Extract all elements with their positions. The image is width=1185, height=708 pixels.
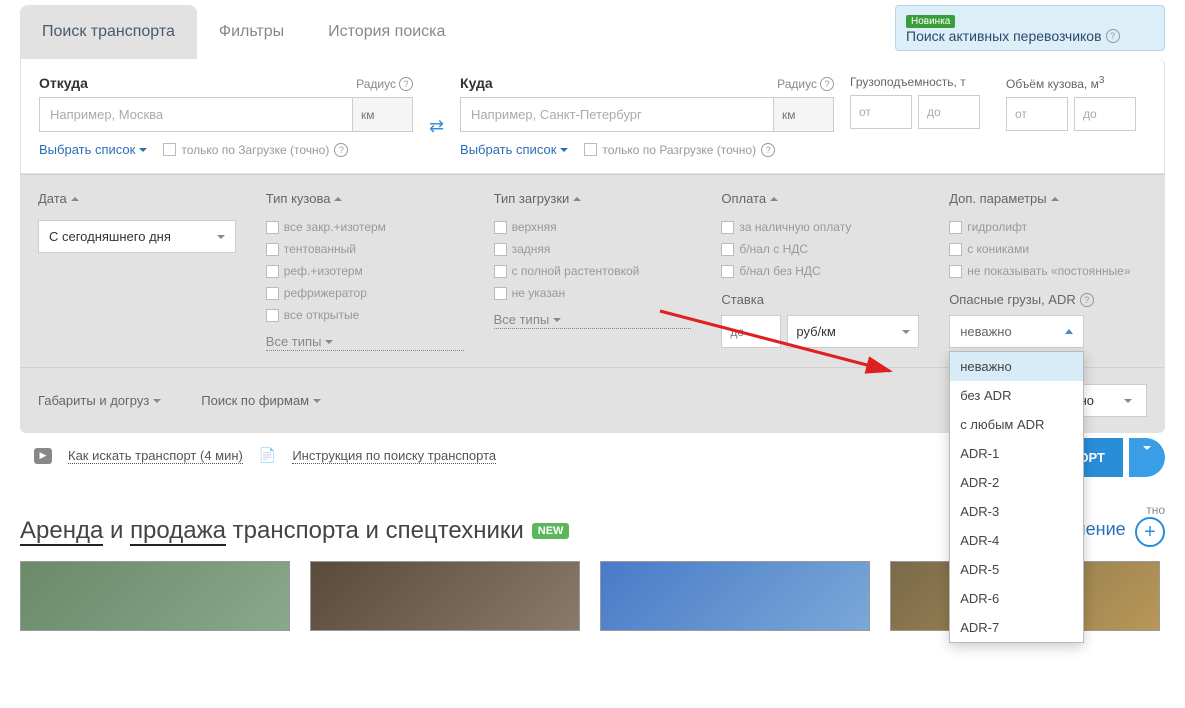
to-label: Куда	[460, 75, 493, 91]
adr-option[interactable]: ADR-3	[950, 497, 1083, 526]
tab-filters[interactable]: Фильтры	[197, 5, 306, 59]
extra-list: гидролифт с кониками не показывать «пост…	[949, 220, 1147, 278]
from-radius-input[interactable]	[353, 97, 413, 132]
capacity-to[interactable]	[918, 95, 980, 129]
loading-type-all[interactable]: Все типы	[494, 312, 692, 329]
help-icon[interactable]: ?	[820, 77, 834, 91]
volume-from[interactable]	[1006, 97, 1068, 131]
to-radius-input[interactable]	[774, 97, 834, 132]
adr-select[interactable]: неважно	[949, 315, 1084, 348]
body-type-all[interactable]: Все типы	[266, 334, 464, 351]
help-icon[interactable]: ?	[1080, 293, 1094, 307]
capacity-label: Грузоподъемность, т	[850, 75, 966, 89]
body-type-item[interactable]: тентованный	[266, 242, 464, 256]
help-icon[interactable]: ?	[761, 143, 775, 157]
play-icon: ▶	[34, 448, 52, 464]
rate-unit-select[interactable]: руб/км	[787, 315, 919, 348]
date-select[interactable]: С сегодняшнего дня	[38, 220, 236, 253]
loading-type-item[interactable]: не указан	[494, 286, 692, 300]
badge-new: NEW	[532, 523, 570, 539]
payment-item[interactable]: за наличную оплату	[721, 220, 919, 234]
body-type-item[interactable]: реф.+изотерм	[266, 264, 464, 278]
from-label: Откуда	[39, 75, 88, 91]
doc-link[interactable]: Инструкция по поиску транспорта	[292, 448, 496, 464]
volume-to[interactable]	[1074, 97, 1136, 131]
adr-option[interactable]: неважно	[950, 352, 1083, 381]
from-select-list[interactable]: Выбрать список	[39, 142, 147, 157]
gabarity-toggle[interactable]: Габариты и догруз	[38, 384, 161, 417]
to-exact-checkbox[interactable]: только по Разгрузке (точно) ?	[584, 143, 775, 157]
to-select-list[interactable]: Выбрать список	[460, 142, 568, 157]
adr-option[interactable]: ADR-1	[950, 439, 1083, 468]
from-exact-checkbox[interactable]: только по Загрузке (точно) ?	[163, 143, 348, 157]
tab-history[interactable]: История поиска	[306, 5, 467, 59]
capacity-from[interactable]	[850, 95, 912, 129]
extra-item[interactable]: с кониками	[949, 242, 1147, 256]
search-button-caret[interactable]	[1129, 438, 1165, 477]
help-icon[interactable]: ?	[399, 77, 413, 91]
payment-list: за наличную оплату б/нал с НДС б/нал без…	[721, 220, 919, 278]
to-input[interactable]	[460, 97, 774, 132]
tabs: Поиск транспорта Фильтры История поиска	[20, 5, 467, 59]
tab-search[interactable]: Поиск транспорта	[20, 5, 197, 59]
rate-label: Ставка	[721, 292, 919, 307]
to-radius-label: Радиус	[777, 77, 817, 91]
badge-new: Новинка	[906, 15, 955, 28]
from-input[interactable]	[39, 97, 353, 132]
adr-option[interactable]: без ADR	[950, 381, 1083, 410]
firms-toggle[interactable]: Поиск по фирмам	[201, 384, 321, 417]
adr-option[interactable]: ADR-4	[950, 526, 1083, 555]
loading-type-item[interactable]: задняя	[494, 242, 692, 256]
search-panel: Откуда Радиус ? Выбрать список только п	[20, 59, 1165, 433]
promo-carriers[interactable]: Новинка Поиск активных перевозчиков ?	[895, 5, 1165, 51]
extra-item[interactable]: не показывать «постоянные»	[949, 264, 1147, 278]
body-type-item[interactable]: все закр.+изотерм	[266, 220, 464, 234]
loading-type-item[interactable]: верхняя	[494, 220, 692, 234]
body-type-item[interactable]: все открытые	[266, 308, 464, 322]
adr-label: Опасные грузы, ADR	[949, 292, 1076, 307]
body-type-list: все закр.+изотерм тентованный реф.+изоте…	[266, 220, 464, 351]
thumbnail[interactable]	[600, 561, 870, 631]
adr-option[interactable]: ADR-2	[950, 468, 1083, 497]
adr-menu: неважно без ADR с любым ADR ADR-1 ADR-2 …	[949, 351, 1084, 643]
adr-option[interactable]: с любым ADR	[950, 410, 1083, 439]
thumbnail[interactable]	[20, 561, 290, 631]
help-icon[interactable]: ?	[1106, 29, 1120, 43]
adr-option[interactable]: ADR-5	[950, 555, 1083, 584]
rate-to-input[interactable]	[721, 315, 781, 348]
volume-label: Объём кузова, м	[1006, 77, 1099, 91]
doc-icon: 📄	[259, 447, 276, 464]
loading-type-header[interactable]: Тип загрузки	[494, 191, 692, 206]
payment-header[interactable]: Оплата	[721, 191, 919, 206]
promo-text: Поиск активных перевозчиков	[906, 28, 1102, 44]
adr-option[interactable]: ADR-7	[950, 613, 1083, 642]
payment-item[interactable]: б/нал с НДС	[721, 242, 919, 256]
body-type-item[interactable]: рефрижератор	[266, 286, 464, 300]
plus-icon[interactable]: +	[1135, 517, 1165, 547]
help-icon[interactable]: ?	[334, 143, 348, 157]
loading-type-list: верхняя задняя с полной растентовкой не …	[494, 220, 692, 329]
adr-option[interactable]: ADR-6	[950, 584, 1083, 613]
date-header[interactable]: Дата	[38, 191, 236, 206]
thumbnail[interactable]	[310, 561, 580, 631]
payment-item[interactable]: б/нал без НДС	[721, 264, 919, 278]
from-radius-label: Радиус	[356, 77, 396, 91]
video-link[interactable]: Как искать транспорт (4 мин)	[68, 448, 243, 464]
extra-item[interactable]: гидролифт	[949, 220, 1147, 234]
body-type-header[interactable]: Тип кузова	[266, 191, 464, 206]
extra-header[interactable]: Доп. параметры	[949, 191, 1147, 206]
loading-type-item[interactable]: с полной растентовкой	[494, 264, 692, 278]
swap-icon[interactable]: ⇄	[429, 116, 444, 137]
